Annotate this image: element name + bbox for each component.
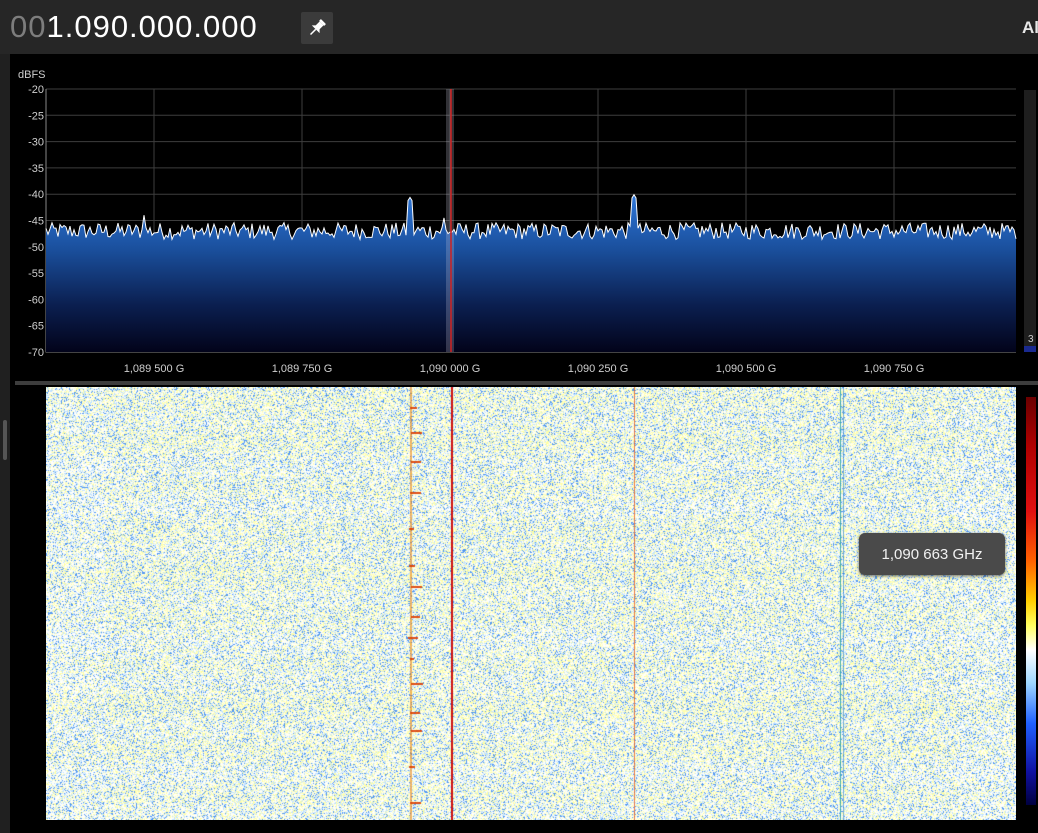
y-tick-label: -70 xyxy=(28,347,44,359)
y-axis: -20 -25 -30 -35 -40 -45 -50 -55 -60 -65 -70 xyxy=(28,84,44,359)
splitter-grip[interactable] xyxy=(3,420,7,460)
main-panel: dBFS -20 -25 -30 -35 -40 -45 -50 -55 -60 -65 -70 1… xyxy=(10,54,1038,833)
side-value: 3 xyxy=(1028,334,1034,345)
spectrum-panel[interactable]: dBFS -20 -25 -30 -35 -40 -45 -50 -55 -60 -65 -70 1… xyxy=(10,54,1038,380)
x-tick-label: 1,090 000 G xyxy=(420,363,481,375)
frequency-tooltip: 1,090 663 GHz xyxy=(859,533,1005,575)
waterfall-color-scale xyxy=(1026,397,1036,805)
pin-button[interactable] xyxy=(301,12,333,44)
spectrum-fill xyxy=(46,194,1016,352)
filter-band[interactable] xyxy=(446,89,454,352)
y-tick-label: -55 xyxy=(28,268,44,280)
y-tick-label: -30 xyxy=(28,137,44,149)
y-tick-label: -45 xyxy=(28,216,44,228)
waterfall-display[interactable] xyxy=(46,387,1016,820)
y-tick-label: -25 xyxy=(28,110,44,122)
y-tick-label: -65 xyxy=(28,321,44,333)
pin-icon xyxy=(309,19,326,36)
x-tick-label: 1,090 500 G xyxy=(716,363,777,375)
y-tick-label: -60 xyxy=(28,294,44,306)
spectrum-side-scrollbar[interactable] xyxy=(1024,90,1036,352)
frequency-value: 1.090.000.000 xyxy=(46,9,258,44)
frequency-display[interactable]: 001.090.000.000 xyxy=(10,9,258,45)
left-splitter[interactable] xyxy=(0,54,10,833)
waterfall-panel[interactable]: 1,090 663 GHz xyxy=(10,385,1038,833)
x-tick-label: 1,090 750 G xyxy=(864,363,925,375)
top-toolbar: 001.090.000.000 Al xyxy=(0,0,1038,54)
spectrum-plot[interactable]: dBFS -20 -25 -30 -35 -40 -45 -50 -55 -60 -65 -70 1… xyxy=(10,54,1038,380)
frequency-leading-zeros: 00 xyxy=(10,9,47,44)
unit-label: dBFS xyxy=(18,69,46,81)
side-indicator xyxy=(1024,346,1036,352)
y-tick-label: -50 xyxy=(28,242,44,254)
x-axis: 1,089 500 G 1,089 750 G 1,090 000 G 1,090 2… xyxy=(124,363,925,375)
corner-label: Al xyxy=(1022,18,1038,37)
y-tick-label: -35 xyxy=(28,163,44,175)
y-tick-label: -20 xyxy=(28,84,44,96)
x-tick-label: 1,089 500 G xyxy=(124,363,185,375)
x-tick-label: 1,090 250 G xyxy=(568,363,629,375)
x-tick-label: 1,089 750 G xyxy=(272,363,333,375)
y-tick-label: -40 xyxy=(28,189,44,201)
